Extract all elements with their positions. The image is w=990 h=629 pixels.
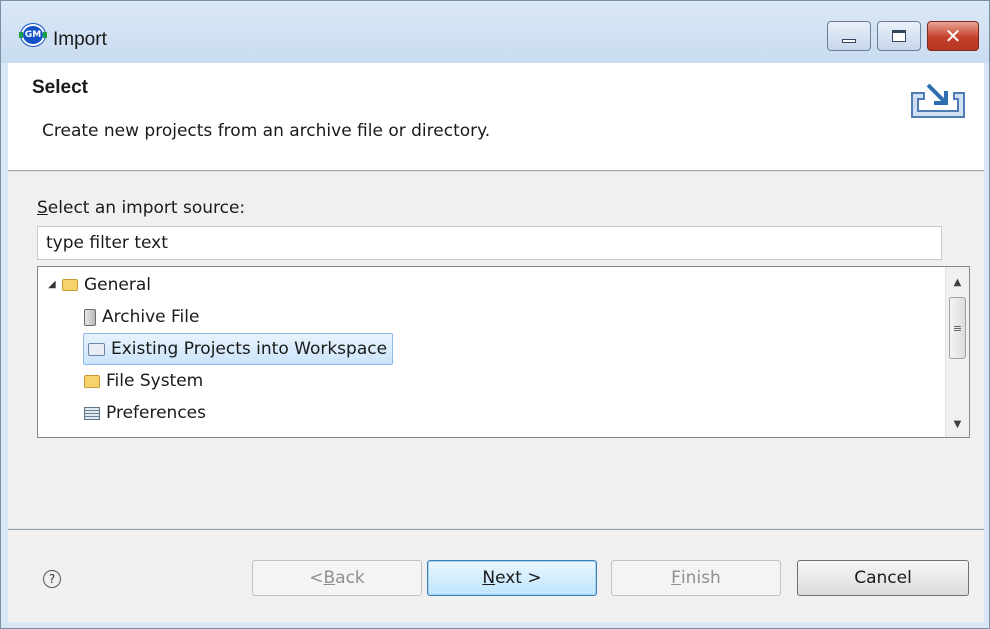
tree-scrollbar[interactable]: ▲ ≡ ▼ [945, 267, 969, 437]
tree-item-label: File System [106, 371, 204, 391]
tree-item-label: General [84, 275, 151, 295]
import-source-tree[interactable]: ◢ General Archive File Existing Projects… [37, 266, 970, 438]
help-icon[interactable]: ? [43, 570, 61, 588]
wizard-content: Select an import source: ◢ General Archi… [8, 172, 984, 528]
scroll-down-arrow-icon[interactable]: ▼ [946, 413, 969, 435]
project-icon [88, 342, 105, 356]
minimize-icon [842, 39, 856, 43]
scrollbar-thumb[interactable]: ≡ [949, 297, 966, 359]
wizard-banner: Select Create new projects from an archi… [8, 63, 984, 171]
page-title: Select [32, 77, 88, 98]
back-button-mnemonic: B [323, 568, 336, 588]
tree-item-archive-file[interactable]: Archive File [84, 302, 199, 332]
next-button-mnemonic: N [482, 568, 496, 588]
scroll-up-arrow-icon[interactable]: ▲ [946, 271, 969, 293]
maximize-icon [892, 30, 906, 42]
folder-open-icon [62, 279, 78, 291]
import-source-mnemonic: S [37, 198, 48, 218]
collapse-arrow-icon[interactable]: ◢ [48, 279, 56, 290]
folder-icon [84, 374, 100, 388]
close-icon: ✕ [944, 24, 962, 48]
button-bar: ? < Back Next > Finish Cancel [8, 529, 984, 622]
tree-item-general[interactable]: General [62, 270, 151, 300]
import-source-label: Select an import source: [37, 198, 245, 218]
tree-item-existing-projects[interactable]: Existing Projects into Workspace [83, 333, 394, 365]
tree-item-label: Existing Projects into Workspace [111, 339, 388, 359]
import-wizard-icon [911, 83, 965, 118]
cancel-button[interactable]: Cancel [797, 560, 969, 596]
back-button[interactable]: < Back [252, 560, 422, 596]
title-bar: GM Import ✕ [1, 1, 989, 63]
back-button-prefix: < [309, 568, 324, 588]
finish-button-label: inish [680, 568, 721, 588]
tree-item-file-system[interactable]: File System [84, 366, 203, 396]
tree-item-preferences[interactable]: Preferences [84, 398, 206, 428]
minimize-button[interactable] [827, 21, 871, 51]
tree-item-label: Archive File [102, 307, 200, 327]
finish-button-mnemonic: F [671, 568, 681, 588]
preferences-icon [84, 406, 100, 420]
finish-button[interactable]: Finish [611, 560, 781, 596]
window-title: Import [53, 29, 107, 50]
import-dialog: GM Import ✕ Select Create new projects f… [0, 0, 990, 629]
close-button[interactable]: ✕ [927, 21, 979, 51]
archive-file-icon [84, 308, 96, 326]
next-button-label: ext > [495, 568, 542, 588]
tree-item-label: Preferences [106, 403, 206, 423]
import-source-label-text: elect an import source: [47, 198, 246, 218]
page-description: Create new projects from an archive file… [42, 121, 491, 141]
next-button[interactable]: Next > [427, 560, 597, 596]
filter-input[interactable] [37, 226, 942, 260]
app-logo-icon: GM [19, 24, 47, 46]
back-button-label: ack [335, 568, 365, 588]
maximize-button[interactable] [877, 21, 921, 51]
